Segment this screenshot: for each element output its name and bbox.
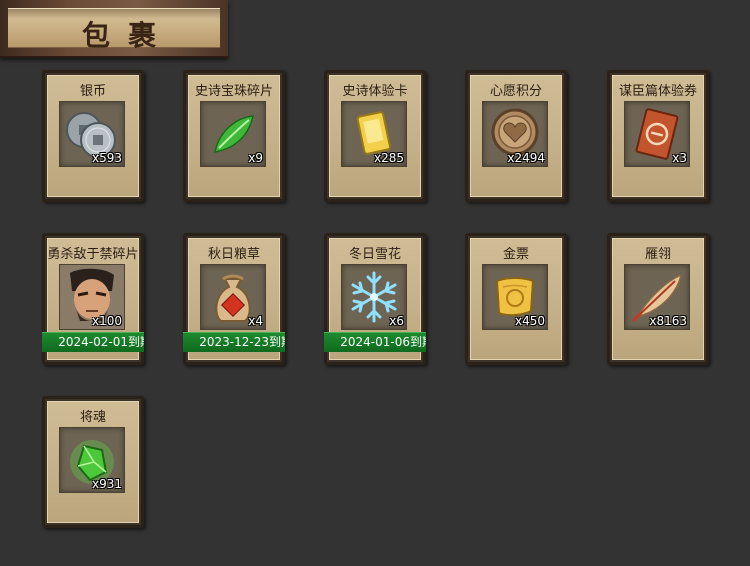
item-name: 雁翎 bbox=[644, 247, 671, 262]
title-plaque: 包裹 bbox=[8, 8, 220, 52]
item-card-gold-ticket[interactable]: 金票 x450 bbox=[465, 233, 567, 365]
item-name: 金票 bbox=[502, 247, 529, 262]
item-quantity: x4 bbox=[248, 314, 263, 328]
item-quantity: x8163 bbox=[649, 314, 687, 328]
snowflake-icon: x6 bbox=[341, 264, 407, 330]
item-name: 勇杀敌于禁碎片 bbox=[47, 247, 139, 262]
page-title: 包裹 bbox=[82, 19, 175, 52]
coupon-ticket-icon: x3 bbox=[624, 101, 690, 167]
item-quantity: x450 bbox=[514, 314, 545, 328]
grain-sack-icon: x4 bbox=[200, 264, 266, 330]
item-quantity: x9 bbox=[248, 151, 263, 165]
item-card-epic-orb-shard[interactable]: 史诗宝珠碎片 x9 bbox=[183, 70, 285, 202]
item-quantity: x100 bbox=[91, 314, 122, 328]
item-name: 将魂 bbox=[79, 410, 106, 425]
inventory-screen: 包裹 银币 x593 史诗宝珠碎片 x9 史诗体验卡 x285 心愿积分 x24… bbox=[0, 0, 750, 566]
item-quantity: x931 bbox=[91, 477, 122, 491]
silver-coin-icon: x593 bbox=[59, 101, 125, 167]
item-card-wish-points[interactable]: 心愿积分 x2494 bbox=[465, 70, 567, 202]
expiry-bar: 2024-01-06到期 bbox=[324, 332, 426, 352]
expiry-date: 2024-01-06到期 bbox=[340, 335, 426, 349]
expiry-bar: 2024-02-01到期 bbox=[42, 332, 144, 352]
item-card-silver-coin[interactable]: 银币 x593 bbox=[42, 70, 144, 202]
item-card-goose-feather[interactable]: 雁翎 x8163 bbox=[607, 233, 709, 365]
item-quantity: x6 bbox=[389, 314, 404, 328]
feather-icon: x8163 bbox=[624, 264, 690, 330]
item-card-epic-trial-card[interactable]: 史诗体验卡 x285 bbox=[324, 70, 426, 202]
item-card-general-soul[interactable]: 将魂 x931 bbox=[42, 396, 144, 528]
item-card-yu-jin-shard[interactable]: 勇杀敌于禁碎片 x100 2024-02-01到期 bbox=[42, 233, 144, 365]
item-name: 史诗宝珠碎片 bbox=[194, 84, 273, 99]
item-name: 谋臣篇体验券 bbox=[618, 84, 697, 99]
item-name: 冬日雪花 bbox=[348, 247, 401, 262]
gold-card-icon: x285 bbox=[341, 101, 407, 167]
item-quantity: x593 bbox=[91, 151, 122, 165]
expiry-bar: 2023-12-23到期 bbox=[183, 332, 285, 352]
expiry-date: 2024-02-01到期 bbox=[58, 335, 144, 349]
item-name: 秋日粮草 bbox=[207, 247, 260, 262]
item-card-winter-snowflake[interactable]: 冬日雪花 x6 2024-01-06到期 bbox=[324, 233, 426, 365]
gold-ticket-icon: x450 bbox=[482, 264, 548, 330]
item-quantity: x285 bbox=[373, 151, 404, 165]
item-quantity: x2494 bbox=[507, 151, 545, 165]
hero-portrait-icon: x100 bbox=[59, 264, 125, 330]
green-leaf-shard-icon: x9 bbox=[200, 101, 266, 167]
item-card-autumn-provisions[interactable]: 秋日粮草 x4 2023-12-23到期 bbox=[183, 233, 285, 365]
item-name: 银币 bbox=[79, 84, 106, 99]
item-card-advisor-ticket[interactable]: 谋臣篇体验券 x3 bbox=[607, 70, 709, 202]
expiry-date: 2023-12-23到期 bbox=[199, 335, 285, 349]
green-soul-crystal-icon: x931 bbox=[59, 427, 125, 493]
item-name: 史诗体验卡 bbox=[342, 84, 408, 99]
heart-coin-icon: x2494 bbox=[482, 101, 548, 167]
title-banner: 包裹 bbox=[0, 0, 228, 58]
item-name: 心愿积分 bbox=[489, 84, 542, 99]
item-quantity: x3 bbox=[672, 151, 687, 165]
